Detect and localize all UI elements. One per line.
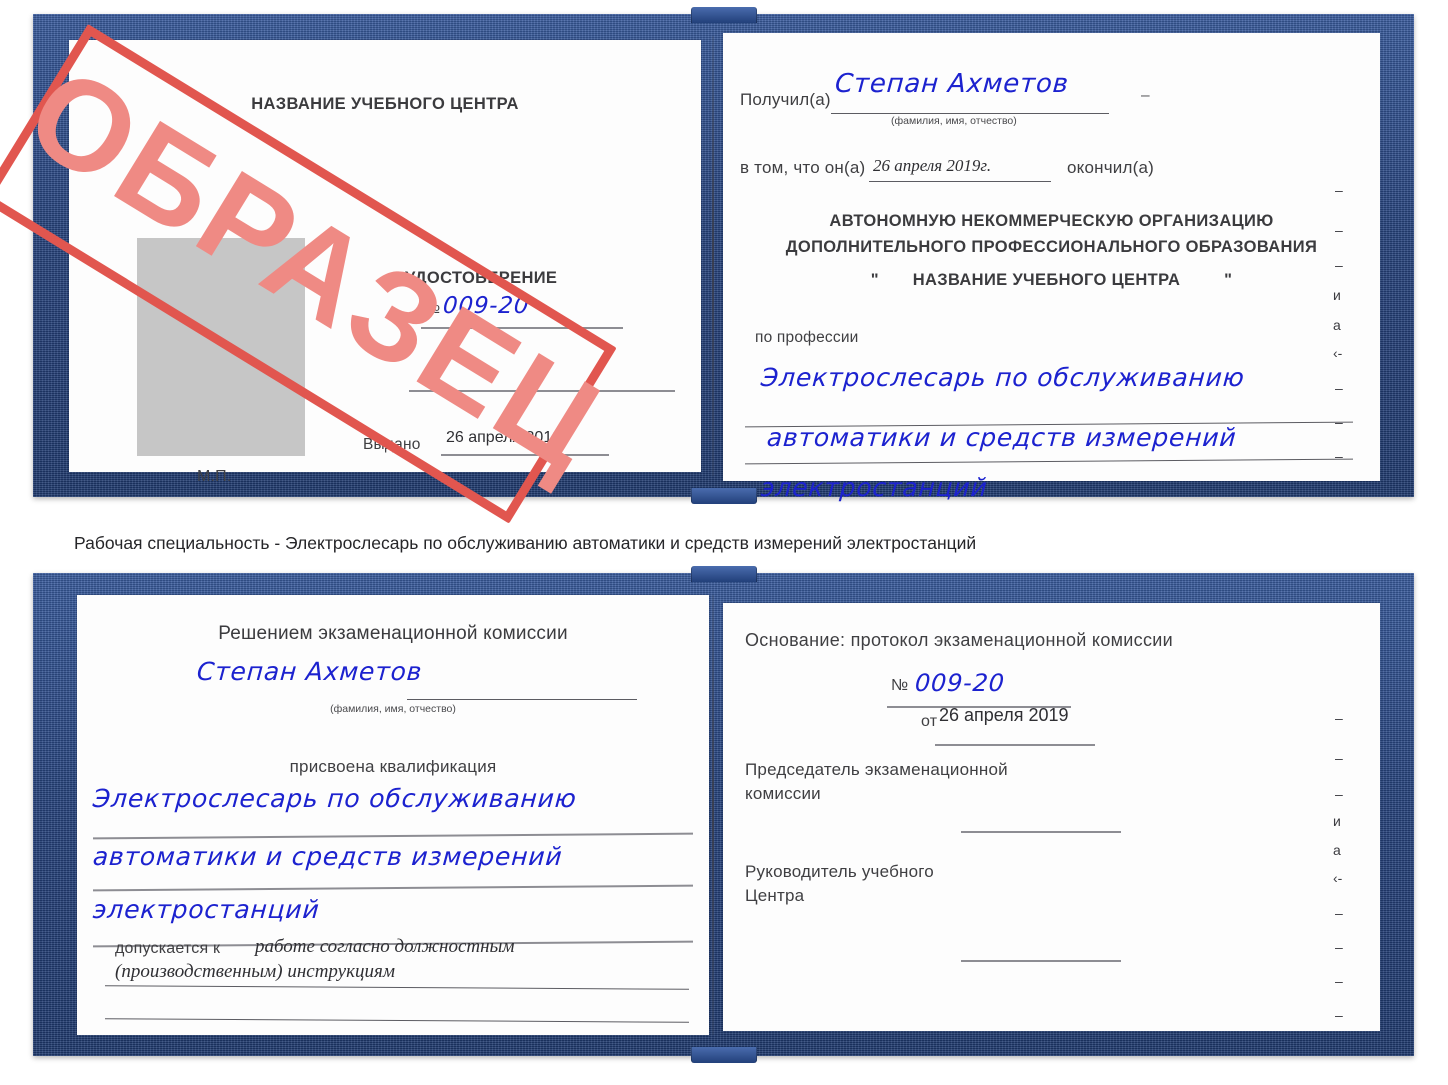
doc1-edge-glyph-2: – xyxy=(1335,257,1343,273)
doc2-chairman-line1: Председатель экзаменационной xyxy=(745,760,1008,779)
doc1-edge-glyph-8: – xyxy=(1335,448,1343,464)
spine-tab-top xyxy=(690,7,757,23)
doc2-admitted-label: допускается к xyxy=(115,940,221,957)
doc1-org-line1: АВТОНОМНУЮ НЕКОММЕРЧЕСКУЮ ОРГАНИЗАЦИЮ xyxy=(829,212,1274,230)
doc1-issued-value: 26 апреля 2019 xyxy=(446,429,562,446)
doc1-received-label: Получил(а) xyxy=(740,90,831,109)
doc2-admitted-line2: (производственным) инструкциям xyxy=(115,961,395,982)
doc1-edge-glyph-6: – xyxy=(1335,380,1343,396)
doc1-finished-label: окончил(а) xyxy=(1067,158,1154,177)
doc1-profession-line1: Электрослесарь по обслуживанию xyxy=(759,363,1246,392)
doc1-edge-glyph-3: и xyxy=(1333,287,1341,303)
spine-tab-bottom-2 xyxy=(690,1047,757,1063)
doc1-edge-glyph-0: – xyxy=(1335,182,1343,198)
doc1-quote-open: " xyxy=(870,271,879,289)
doc2-qualification-label: присвоена квалификация xyxy=(289,757,497,776)
doc1-received-value: Степан Ахметов xyxy=(833,69,1070,99)
doc2-fio-hint: (фамилия, имя, отчество) xyxy=(330,703,456,715)
certificate-book-top: НАЗВАНИЕ УЧЕБНОГО ЦЕНТРА УДОСТОВЕРЕНИЕ №… xyxy=(33,7,1414,504)
doc1-date-value: 26 апреля 2019г. xyxy=(873,156,992,175)
doc1-profession-line3: электростанций xyxy=(759,473,989,502)
caption-text: Рабочая специальность - Электрослесарь п… xyxy=(74,533,977,553)
doc1-org-line2: ДОПОЛНИТЕЛЬНОГО ПРОФЕССИОНАЛЬНОГО ОБРАЗО… xyxy=(785,238,1318,256)
doc1-edge-glyph-7: – xyxy=(1335,414,1343,430)
doc2-head-signature-rule xyxy=(961,960,1121,963)
doc2-date-rule xyxy=(935,744,1095,746)
doc2-edge-glyph-9: – xyxy=(1335,1007,1343,1023)
doc1-edge-glyph-5: ‹- xyxy=(1333,345,1343,361)
doc2-admitted-rule2 xyxy=(105,1018,689,1024)
doc1-fio-hint: (фамилия, имя, отчество) xyxy=(891,115,1017,127)
doc1-fold-line xyxy=(712,36,714,476)
doc2-number-value: 009-20 xyxy=(914,669,1006,697)
doc2-fold-line xyxy=(712,595,714,1035)
doc2-head-line2: Центра xyxy=(745,886,805,905)
doc1-doc-type: УДОСТОВЕРЕНИЕ xyxy=(405,269,558,287)
doc1-left-page: НАЗВАНИЕ УЧЕБНОГО ЦЕНТРА УДОСТОВЕРЕНИЕ №… xyxy=(69,40,701,485)
doc2-qualification-rule1 xyxy=(93,832,693,839)
doc2-number-label: № xyxy=(891,677,909,694)
doc2-date-label: от xyxy=(921,713,938,730)
doc1-number-value: 009-20 xyxy=(442,293,531,319)
doc1-edge-dash: – xyxy=(1141,87,1150,104)
doc2-edge-glyph-0: – xyxy=(1335,710,1343,726)
doc1-edge-glyph-1: – xyxy=(1335,222,1343,238)
doc2-date-value: 26 апреля 2019 xyxy=(939,705,1069,725)
doc1-org-line3: " НАЗВАНИЕ УЧЕБНОГО ЦЕНТРА " xyxy=(723,271,1380,290)
doc1-issued-rule xyxy=(441,454,609,456)
doc1-org-name: НАЗВАНИЕ УЧЕБНОГО ЦЕНТРА xyxy=(912,271,1181,289)
spine-tab-top-2 xyxy=(690,566,757,582)
doc2-qualification-rule2 xyxy=(93,884,693,891)
doc2-qualification-line2: автоматики и средств измерений xyxy=(91,842,564,871)
doc2-edge-glyph-3: и xyxy=(1333,813,1341,829)
doc2-edge-glyph-1: – xyxy=(1335,750,1343,766)
doc2-edge-glyph-8: – xyxy=(1335,973,1343,989)
doc2-chairman-signature-rule xyxy=(961,831,1121,834)
doc2-chairman-line2: комиссии xyxy=(745,784,821,803)
doc2-name-value: Степан Ахметов xyxy=(195,657,424,686)
doc2-qualification-line3: электростанций xyxy=(91,895,321,924)
doc1-quote-close: " xyxy=(1224,271,1233,289)
doc1-number-rule xyxy=(421,327,623,329)
doc2-edge-glyph-2: – xyxy=(1335,786,1343,802)
doc1-seal-label: М.П. xyxy=(197,468,232,485)
doc1-edge-glyph-4: а xyxy=(1333,317,1341,333)
spine-tab-bottom xyxy=(690,488,757,504)
doc2-right-page: Основание: протокол экзаменационной коми… xyxy=(723,603,1380,1031)
doc1-profession-line2: автоматики и средств измерений xyxy=(765,423,1238,452)
doc1-number-label: № xyxy=(424,300,441,317)
doc2-decision-title: Решением экзаменационной комиссии xyxy=(218,623,568,644)
doc1-org-title: НАЗВАНИЕ УЧЕБНОГО ЦЕНТРА xyxy=(251,95,519,113)
doc2-edge-glyph-5: ‹- xyxy=(1333,870,1343,886)
photo-placeholder xyxy=(137,238,305,456)
doc2-qualification-line1: Электрослесарь по обслуживанию xyxy=(91,784,578,813)
doc1-profession-label: по профессии xyxy=(755,329,859,346)
doc2-admitted-line1: работе согласно должностным xyxy=(255,936,515,957)
certificate-book-bottom: Решением экзаменационной комиссии Степан… xyxy=(33,566,1414,1063)
doc1-profession-rule2 xyxy=(745,458,1353,465)
doc1-issued-label: Выдано xyxy=(363,436,421,453)
doc1-right-page: Получил(а) Степан Ахметов (фамилия, имя,… xyxy=(723,33,1380,502)
doc2-edge-glyph-4: а xyxy=(1333,842,1341,858)
doc2-edge-glyph-6: – xyxy=(1335,905,1343,921)
doc2-edge-glyph-7: – xyxy=(1335,939,1343,955)
doc1-blank-rule xyxy=(409,390,675,392)
doc2-head-line1: Руководитель учебного xyxy=(745,862,934,881)
doc1-date-rule xyxy=(869,181,1051,183)
doc2-name-rule xyxy=(407,699,637,701)
doc2-left-page: Решением экзаменационной комиссии Степан… xyxy=(77,595,709,1035)
doc2-admitted-rule1 xyxy=(105,985,689,991)
doc2-basis-label: Основание: протокол экзаменационной коми… xyxy=(745,630,1173,650)
doc1-that-he-label: в том, что он(а) xyxy=(740,158,866,177)
